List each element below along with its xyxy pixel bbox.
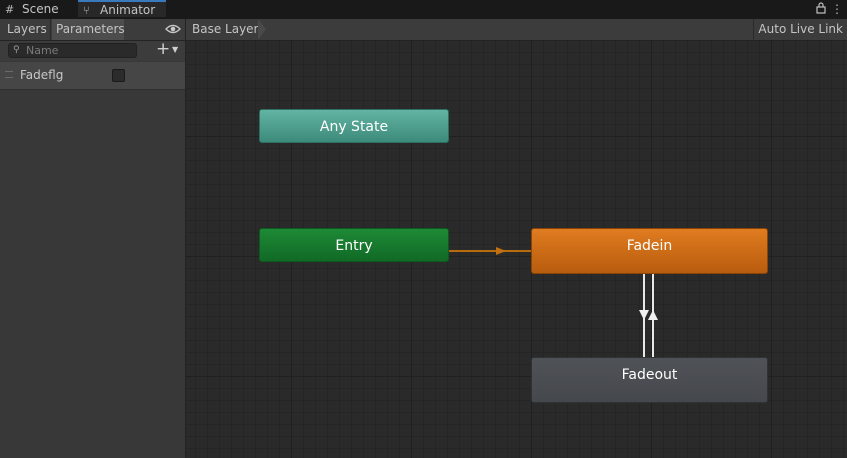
state-entry[interactable]: Entry — [259, 228, 449, 262]
parameter-row[interactable]: Fadeflg — [0, 62, 185, 90]
state-any-state[interactable]: Any State — [259, 109, 449, 143]
plus-icon: + — [156, 39, 171, 59]
tab-layers[interactable]: Layers — [0, 19, 51, 40]
tab-animator[interactable]: ⑂ Animator — [78, 0, 166, 17]
state-fadein[interactable]: Fadein — [531, 228, 768, 274]
grid-icon: # — [5, 3, 15, 16]
animator-icon: ⑂ — [83, 4, 90, 17]
parameter-name[interactable]: Fadeflg — [20, 62, 63, 89]
search-input[interactable] — [26, 44, 131, 57]
panel-tabs: Layers Parameters — [0, 19, 185, 41]
lock-icon[interactable] — [815, 2, 827, 16]
breadcrumb-bar: Base Layer Auto Live Link — [186, 19, 847, 41]
tab-animator-label: Animator — [100, 3, 156, 17]
parameters-panel: Layers Parameters ⚲ + ▼ Fadeflg — [0, 19, 186, 458]
tab-parameters[interactable]: Parameters — [52, 19, 125, 40]
auto-live-link-button[interactable]: Auto Live Link — [753, 19, 847, 40]
parameter-bool-checkbox[interactable] — [112, 69, 125, 82]
window-tab-bar: # Scene ⑂ Animator ⋮ — [0, 0, 847, 19]
add-parameter-button[interactable]: + ▼ — [156, 39, 182, 59]
search-icon: ⚲ — [13, 45, 20, 55]
tab-scene[interactable]: # Scene — [0, 0, 76, 19]
breadcrumb-arrow-icon — [258, 19, 266, 40]
state-fadeout[interactable]: Fadeout — [531, 357, 768, 403]
search-field[interactable]: ⚲ — [8, 43, 137, 58]
chevron-down-icon: ▼ — [172, 45, 179, 54]
more-options-icon[interactable]: ⋮ — [831, 2, 843, 16]
drag-handle-icon[interactable] — [5, 71, 13, 78]
eye-icon[interactable] — [165, 23, 181, 35]
tab-scene-label: Scene — [22, 2, 59, 16]
